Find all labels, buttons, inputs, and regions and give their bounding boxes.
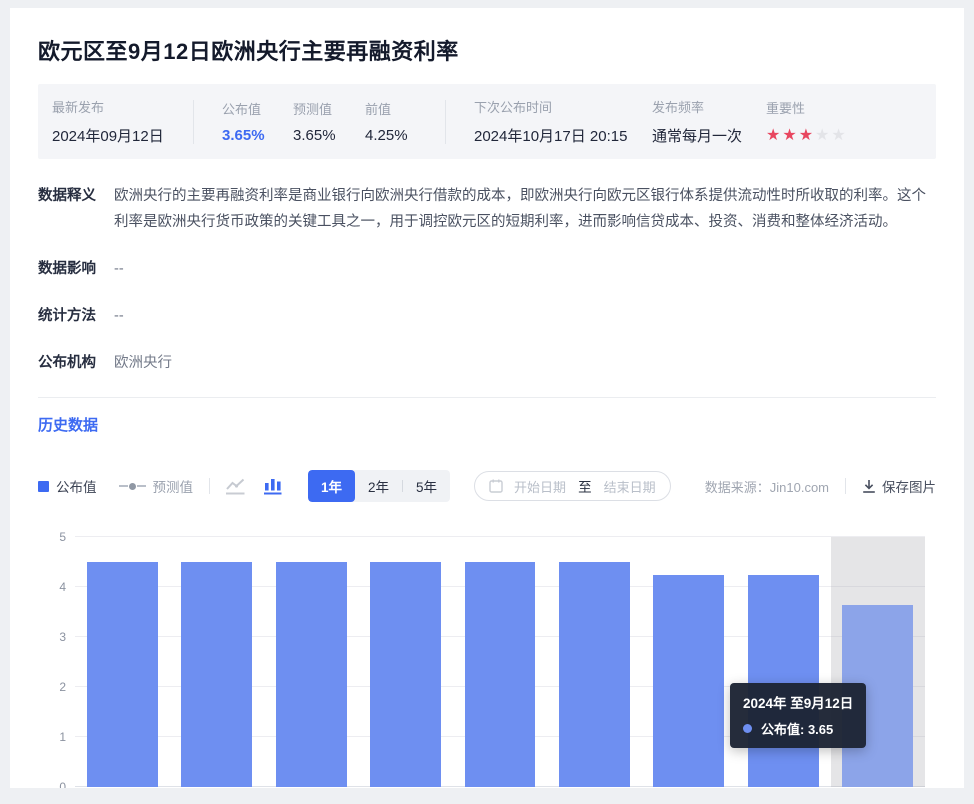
tooltip-value-text: 公布值: 3.65	[761, 719, 833, 738]
star-icon: ★	[766, 127, 782, 144]
save-image-button[interactable]: 保存图片	[862, 476, 936, 496]
definition-label: 数据释义	[38, 183, 98, 235]
detail-row-method: 统计方法 --	[38, 303, 936, 329]
calendar-icon	[489, 479, 503, 493]
legend-forecast-marker	[137, 485, 146, 487]
line-chart-icon[interactable]	[226, 478, 246, 495]
bar-公布值-2[interactable]	[276, 562, 347, 787]
legend-forecast-marker	[119, 485, 128, 487]
date-range-picker[interactable]: 开始日期 至 结束日期	[474, 471, 671, 501]
data-source-text: 数据来源：Jin10.com	[705, 477, 829, 496]
summary-divider	[193, 100, 194, 144]
y-axis-tick-label: 4	[59, 580, 66, 594]
institution-text: 欧洲央行	[114, 350, 172, 376]
tab-5-year[interactable]: 5年	[403, 470, 450, 502]
importance-stars: ★★★★★	[766, 126, 848, 146]
bar-公布值-6[interactable]	[653, 575, 724, 788]
download-icon	[862, 479, 876, 494]
next-release-value: 2024年10月17日 20:15	[474, 125, 652, 146]
legend-published[interactable]: 公布值	[38, 476, 97, 496]
star-icon: ★	[799, 127, 815, 144]
published-value: 公布值 3.65%	[222, 99, 293, 144]
bar-公布值-1[interactable]	[181, 562, 252, 787]
detail-row-definition: 数据释义 欧洲央行的主要再融资利率是商业银行向欧洲央行借款的成本，即欧洲央行向欧…	[38, 183, 936, 235]
impact-label: 数据影响	[38, 256, 98, 282]
institution-label: 公布机构	[38, 350, 98, 376]
frequency-label: 发布频率	[652, 97, 766, 116]
importance: 重要性 ★★★★★	[766, 98, 848, 146]
bar-公布值-7[interactable]	[748, 575, 819, 788]
tooltip-series-dot	[743, 724, 752, 733]
published-number: 3.65%	[222, 127, 293, 144]
previous-value: 前值 4.25%	[365, 99, 445, 144]
bar-chart-icon[interactable]	[264, 478, 284, 495]
legend-forecast-dot	[129, 483, 136, 490]
next-release-label: 下次公布时间	[474, 97, 652, 116]
section-divider	[38, 397, 936, 398]
next-release-time: 下次公布时间 2024年10月17日 20:15	[474, 97, 652, 146]
end-date-field[interactable]: 结束日期	[604, 477, 656, 496]
detail-row-impact: 数据影响 --	[38, 256, 936, 282]
details-section: 数据释义 欧洲央行的主要再融资利率是商业银行向欧洲央行借款的成本，即欧洲央行向欧…	[38, 183, 936, 376]
latest-release: 最新发布 2024年09月12日	[52, 97, 193, 146]
save-image-label: 保存图片	[882, 476, 936, 496]
y-axis-tick-label: 2	[59, 680, 66, 694]
plot-area	[75, 537, 925, 787]
page-title: 欧元区至9月12日欧洲央行主要再融资利率	[38, 34, 936, 66]
history-chart: 012345 2023年 至9月14日2023年 至12月14日2024年 至3…	[38, 525, 936, 788]
bar-公布值-5[interactable]	[559, 562, 630, 787]
method-label: 统计方法	[38, 303, 98, 329]
history-section-title: 历史数据	[38, 414, 936, 435]
legend-published-marker	[38, 481, 49, 492]
frequency-value: 通常每月一次	[652, 125, 766, 146]
range-tabs: 1年 2年 5年	[308, 470, 450, 502]
definition-text: 欧洲央行的主要再融资利率是商业银行向欧洲央行借款的成本，即欧洲央行向欧元区银行体…	[114, 183, 936, 235]
y-axis-tick-label: 1	[59, 730, 66, 744]
y-axis-tick-label: 5	[59, 530, 66, 544]
release-frequency: 发布频率 通常每月一次	[652, 97, 766, 146]
latest-release-value: 2024年09月12日	[52, 125, 193, 146]
bar-公布值-3[interactable]	[370, 562, 441, 787]
chart-controls: 公布值 预测值 1年 2年	[38, 471, 936, 501]
star-icon: ★	[831, 127, 847, 144]
legend-forecast-label: 预测值	[153, 476, 194, 496]
page-card: 欧元区至9月12日欧洲央行主要再融资利率 最新发布 2024年09月12日 公布…	[10, 8, 964, 788]
start-date-field[interactable]: 开始日期	[514, 477, 566, 496]
method-text: --	[114, 303, 124, 329]
legend-forecast[interactable]: 预测值	[119, 476, 194, 496]
published-label: 公布值	[222, 99, 293, 118]
summary-bar: 最新发布 2024年09月12日 公布值 3.65% 预测值 3.65% 前值 …	[38, 84, 936, 159]
y-axis-tick-label: 3	[59, 630, 66, 644]
date-to-label: 至	[578, 476, 592, 496]
y-axis-tick-label: 0	[59, 780, 66, 788]
tab-1-year[interactable]: 1年	[308, 470, 355, 502]
vertical-divider	[845, 478, 846, 494]
previous-number: 4.25%	[365, 127, 445, 144]
star-icon: ★	[782, 127, 798, 144]
importance-label: 重要性	[766, 98, 848, 117]
summary-divider	[445, 100, 446, 144]
gridline	[75, 536, 925, 537]
forecast-number: 3.65%	[293, 127, 365, 144]
star-icon: ★	[815, 127, 831, 144]
previous-label: 前值	[365, 99, 445, 118]
bar-公布值-4[interactable]	[465, 562, 536, 787]
tab-2-year[interactable]: 2年	[355, 470, 402, 502]
tooltip-row: 公布值: 3.65	[743, 719, 853, 738]
vertical-divider	[209, 478, 210, 494]
tooltip-title: 2024年 至9月12日	[743, 692, 853, 712]
legend-published-label: 公布值	[56, 476, 97, 496]
chart-tooltip: 2024年 至9月12日 公布值: 3.65	[730, 683, 866, 748]
impact-text: --	[114, 256, 124, 282]
forecast-value: 预测值 3.65%	[293, 99, 365, 144]
detail-row-institution: 公布机构 欧洲央行	[38, 350, 936, 376]
latest-release-label: 最新发布	[52, 97, 193, 116]
y-axis: 012345	[38, 537, 66, 787]
forecast-label: 预测值	[293, 99, 365, 118]
bar-公布值-0[interactable]	[87, 562, 158, 787]
